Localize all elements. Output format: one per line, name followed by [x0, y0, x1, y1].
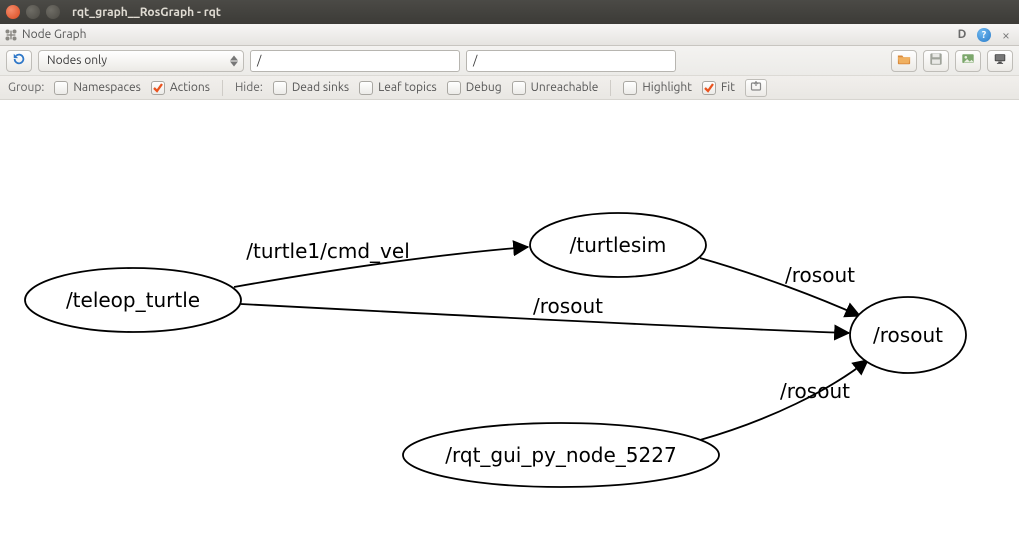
checkbox-label: Highlight	[642, 81, 692, 94]
graph-node-label: /turtlesim	[570, 233, 667, 257]
graph-mode-select[interactable]: Nodes only	[38, 50, 244, 72]
group-label: Group:	[8, 81, 44, 94]
checkbox-label: Leaf topics	[378, 81, 437, 94]
separator	[222, 80, 223, 96]
checkbox-namespaces[interactable]: Namespaces	[54, 81, 141, 95]
checkbox-box	[702, 81, 716, 95]
export-dot-button[interactable]	[745, 79, 767, 97]
checkbox-label: Unreachable	[531, 81, 599, 94]
settings-button[interactable]	[987, 50, 1013, 72]
hide-label: Hide:	[235, 81, 263, 94]
separator	[610, 80, 611, 96]
folder-open-icon	[897, 52, 911, 69]
nodegraph-icon	[4, 28, 18, 42]
checkbox-label: Actions	[170, 81, 210, 94]
graph-edge-label: /rosout	[785, 263, 855, 287]
checkbox-label: Fit	[721, 81, 735, 94]
checkbox-dead-sinks[interactable]: Dead sinks	[273, 81, 349, 95]
checkbox-box	[54, 81, 68, 95]
checkbox-unreachable[interactable]: Unreachable	[512, 81, 599, 95]
checkbox-box	[151, 81, 165, 95]
checkbox-box	[359, 81, 373, 95]
help-icon: ?	[977, 28, 991, 42]
image-save-icon	[961, 52, 975, 69]
checkbox-box	[512, 81, 526, 95]
graph-node-label: /rosout	[873, 323, 943, 347]
chevron-up-down-icon	[230, 55, 238, 66]
checkbox-box	[447, 81, 461, 95]
window-maximize-button[interactable]	[46, 5, 60, 19]
monitor-icon	[993, 52, 1007, 69]
save-image-button[interactable]	[955, 50, 981, 72]
ros-graph-svg: /teleop_turtle/turtlesim/rosout/rqt_gui_…	[0, 100, 1019, 552]
checkbox-leaf-topics[interactable]: Leaf topics	[359, 81, 437, 95]
window-title: rqt_graph__RosGraph - rqt	[72, 6, 221, 19]
save-button[interactable]	[923, 50, 949, 72]
toolbar-options: Group: Namespaces Actions Hide: Dead sin…	[0, 76, 1019, 100]
graph-mode-value: Nodes only	[47, 54, 107, 67]
checkbox-highlight[interactable]: Highlight	[623, 81, 692, 95]
checkbox-label: Dead sinks	[292, 81, 349, 94]
plugin-header: Node Graph D ? ×	[0, 24, 1019, 46]
export-icon	[750, 80, 762, 95]
plugin-close-button[interactable]: ×	[997, 27, 1015, 43]
checkbox-fit[interactable]: Fit	[702, 81, 735, 95]
refresh-button[interactable]	[6, 50, 32, 72]
window-titlebar: rqt_graph__RosGraph - rqt	[0, 0, 1019, 24]
graph-edge-label: /rosout	[780, 379, 850, 403]
graph-node-label: /teleop_turtle	[66, 288, 200, 312]
open-folder-button[interactable]	[891, 50, 917, 72]
node-filter-input[interactable]: /	[250, 50, 460, 72]
graph-edge-label: /rosout	[533, 294, 603, 318]
topic-filter-value: /	[473, 54, 477, 67]
graph-canvas[interactable]: /teleop_turtle/turtlesim/rosout/rqt_gui_…	[0, 100, 1019, 552]
refresh-icon	[12, 52, 26, 69]
checkbox-debug[interactable]: Debug	[447, 81, 502, 95]
checkbox-label: Debug	[466, 81, 502, 94]
floppy-icon	[929, 52, 943, 69]
node-filter-value: /	[257, 54, 261, 67]
checkbox-box	[623, 81, 637, 95]
help-button[interactable]: ?	[975, 27, 993, 43]
checkbox-label: Namespaces	[73, 81, 141, 94]
window-close-button[interactable]	[6, 5, 20, 19]
topic-filter-input[interactable]: /	[466, 50, 676, 72]
checkbox-box	[273, 81, 287, 95]
graph-node-label: /rqt_gui_py_node_5227	[445, 443, 676, 467]
window-minimize-button[interactable]	[26, 5, 40, 19]
plugin-title: Node Graph	[22, 28, 87, 41]
checkbox-actions[interactable]: Actions	[151, 81, 210, 95]
dock-button[interactable]: D	[953, 27, 971, 43]
toolbar-main: Nodes only / /	[0, 46, 1019, 76]
graph-edge-label: /turtle1/cmd_vel	[246, 239, 410, 263]
